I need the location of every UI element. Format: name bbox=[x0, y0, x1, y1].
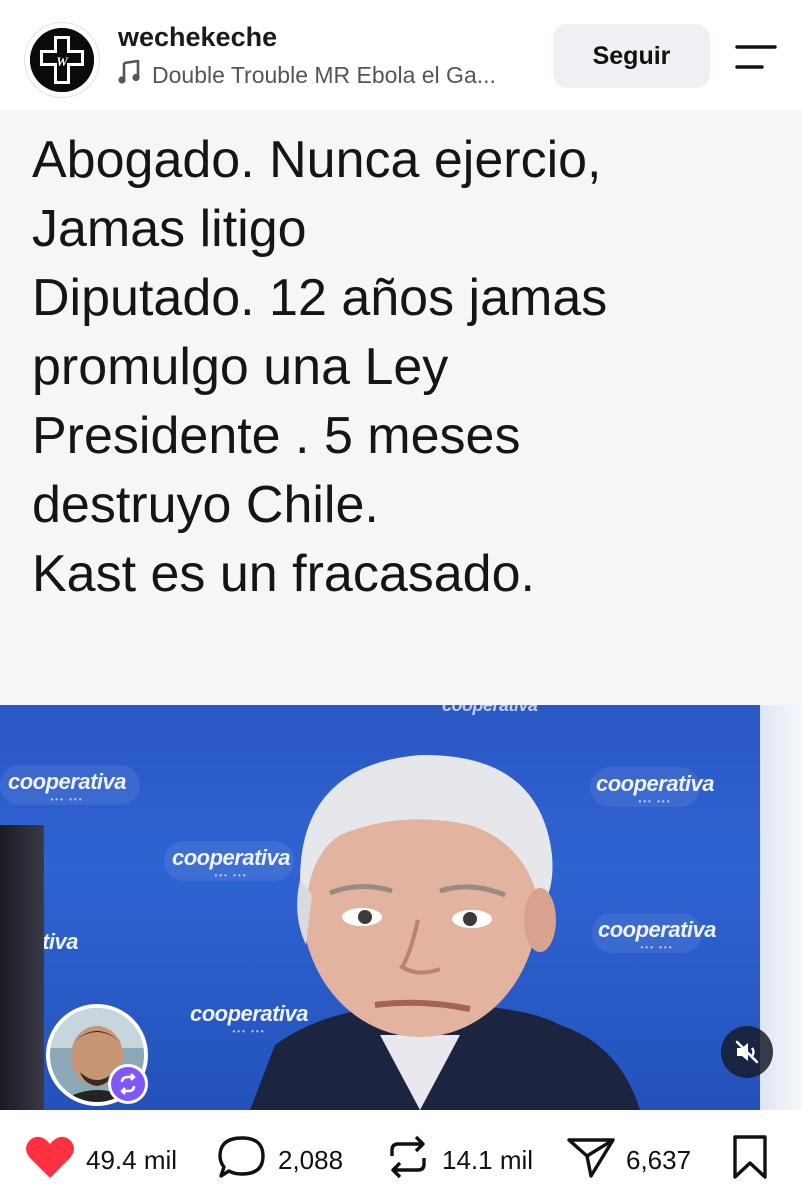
post-header: W wechekeche Double Trouble MR Ebola el … bbox=[0, 0, 802, 110]
caption-line: Presidente . 5 meses bbox=[32, 407, 521, 465]
bookmark-icon bbox=[730, 1134, 770, 1187]
repost-icon bbox=[384, 1134, 432, 1187]
send-icon bbox=[566, 1134, 616, 1187]
post-caption-text: Abogado. Nunca ejercio, Jamas litigo Dip… bbox=[32, 126, 792, 609]
caption-line: Abogado. Nunca ejercio, bbox=[32, 131, 602, 189]
repost-button[interactable]: 14.1 mil bbox=[384, 1134, 533, 1187]
action-bar: 49.4 mil 2,088 14.1 mil 6,637 bbox=[0, 1110, 802, 1200]
svg-text:W: W bbox=[56, 54, 69, 69]
like-count: 49.4 mil bbox=[86, 1145, 178, 1175]
muted-speaker-icon[interactable] bbox=[721, 1026, 773, 1078]
caption-line: promulgo una Ley bbox=[32, 338, 449, 396]
comment-bubble-icon bbox=[216, 1134, 268, 1187]
caption-line: Diputado. 12 años jamas bbox=[32, 269, 608, 327]
music-row[interactable]: Double Trouble MR Ebola el Ga... bbox=[118, 59, 496, 90]
share-count: 6,637 bbox=[626, 1145, 692, 1175]
music-title: Double Trouble MR Ebola el Ga... bbox=[152, 61, 496, 88]
save-button[interactable] bbox=[730, 1134, 770, 1187]
post-media[interactable]: Abogado. Nunca ejercio, Jamas litigo Dip… bbox=[0, 110, 802, 1110]
menu-icon[interactable] bbox=[734, 42, 778, 72]
comment-count: 2,088 bbox=[278, 1145, 344, 1175]
skull-cross-logo-icon: W bbox=[30, 28, 94, 92]
heart-icon bbox=[24, 1134, 76, 1187]
repost-badge-icon bbox=[108, 1064, 148, 1104]
username[interactable]: wechekeche bbox=[118, 22, 277, 53]
share-button[interactable]: 6,637 bbox=[566, 1134, 691, 1187]
post-text-panel: Abogado. Nunca ejercio, Jamas litigo Dip… bbox=[0, 110, 802, 705]
repost-count: 14.1 mil bbox=[442, 1145, 534, 1175]
caption-line: Kast es un fracasado. bbox=[32, 545, 535, 603]
profile-avatar[interactable]: W bbox=[24, 22, 100, 98]
caption-line: Jamas litigo bbox=[32, 200, 307, 258]
caption-line: destruyo Chile. bbox=[32, 476, 379, 534]
music-note-icon bbox=[118, 59, 140, 90]
like-button[interactable]: 49.4 mil bbox=[24, 1134, 177, 1187]
comment-button[interactable]: 2,088 bbox=[216, 1134, 343, 1187]
follow-button[interactable]: Seguir bbox=[553, 24, 710, 88]
